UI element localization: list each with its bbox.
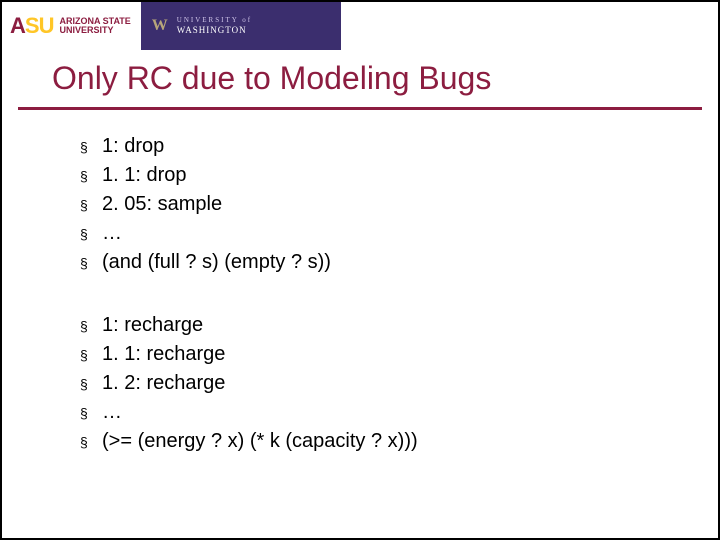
bullet-icon: § (80, 195, 90, 215)
bullet-icon: § (80, 316, 90, 336)
list-item: § (>= (energy ? x) (* k (capacity ? x))) (80, 427, 678, 456)
bullet-icon: § (80, 432, 90, 452)
item-text: 1. 1: drop (102, 161, 187, 190)
asu-name: ARIZONA STATE UNIVERSITY (59, 17, 130, 36)
bullet-group-1: §1: drop §1. 1: drop §2. 05: sample §… §… (80, 132, 678, 277)
item-text: 1: recharge (102, 311, 203, 340)
asu-logo-block: ASU ARIZONA STATE UNIVERSITY (2, 2, 141, 50)
slide: ASU ARIZONA STATE UNIVERSITY W UNIVERSIT… (2, 2, 718, 538)
uw-logo-block: W UNIVERSITY of WASHINGTON (141, 2, 341, 50)
item-text: … (102, 398, 122, 427)
bullet-icon: § (80, 253, 90, 273)
content: §1: drop §1. 1: drop §2. 05: sample §… §… (2, 110, 718, 456)
bullet-icon: § (80, 403, 90, 423)
list-item: § 1. 1: recharge (80, 340, 678, 369)
item-text: (and (full ? s) (empty ? s)) (102, 248, 331, 277)
list-item: § 1: recharge (80, 311, 678, 340)
bullet-icon: § (80, 345, 90, 365)
bullet-icon: § (80, 137, 90, 157)
slide-title: Only RC due to Modeling Bugs (52, 60, 678, 97)
asu-logo: ASU (10, 15, 53, 37)
list-item: §… (80, 219, 678, 248)
item-text: (>= (energy ? x) (* k (capacity ? x))) (102, 427, 418, 456)
item-text: 1: drop (102, 132, 164, 161)
bullet-icon: § (80, 224, 90, 244)
bullet-group-2: § 1: recharge § 1. 1: recharge § 1. 2: rech… (80, 311, 678, 456)
bullet-icon: § (80, 374, 90, 394)
item-text: 1. 2: recharge (102, 369, 225, 398)
list-item: § 1. 2: recharge (80, 369, 678, 398)
list-item: § 1: drop (80, 132, 678, 161)
list-item: § (and (full ? s) (empty ? s)) (80, 248, 678, 277)
uw-pillar-icon: W (149, 2, 171, 50)
banner: ASU ARIZONA STATE UNIVERSITY W UNIVERSIT… (2, 2, 718, 50)
list-item: § 2. 05: sample (80, 190, 678, 219)
list-item: §… (80, 398, 678, 427)
item-text: 1. 1: recharge (102, 340, 225, 369)
list-item: § 1. 1: drop (80, 161, 678, 190)
uw-name: UNIVERSITY of WASHINGTON (177, 16, 252, 35)
title-area: Only RC due to Modeling Bugs (2, 50, 718, 103)
uw-w-icon: W (152, 17, 168, 35)
item-text: 2. 05: sample (102, 190, 222, 219)
asu-mark: ASU (10, 15, 53, 37)
bullet-icon: § (80, 166, 90, 186)
item-text: … (102, 219, 122, 248)
